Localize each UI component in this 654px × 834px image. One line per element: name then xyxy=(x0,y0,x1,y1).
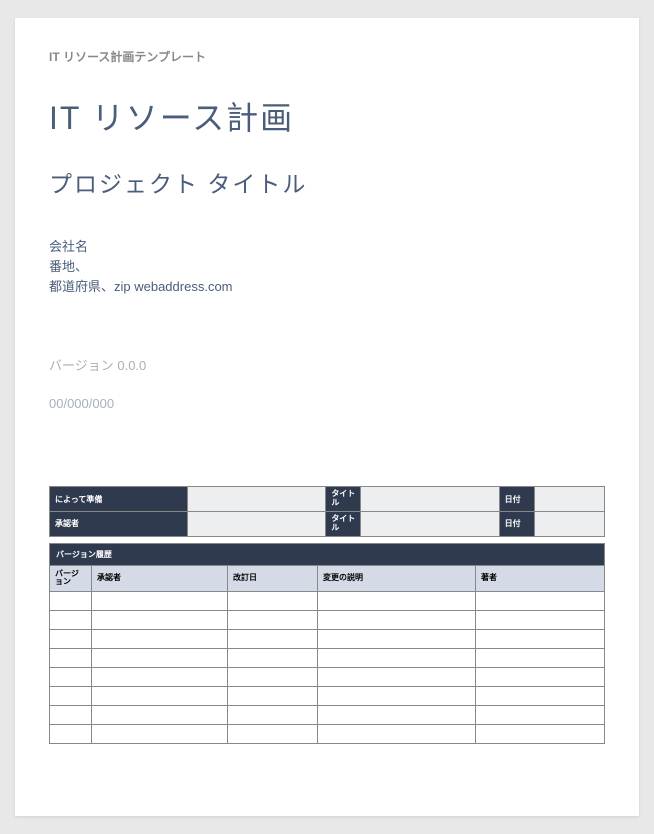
cell-revdate xyxy=(228,592,318,611)
main-title: IT リソース計画 xyxy=(49,93,605,139)
company-region: 都道府県、zip webaddress.com xyxy=(49,277,605,297)
cell-change xyxy=(318,706,476,725)
title-label: タイトル xyxy=(326,487,361,512)
cell-version xyxy=(50,706,92,725)
cell-version xyxy=(50,649,92,668)
cell-revdate xyxy=(228,611,318,630)
table-row xyxy=(50,706,605,725)
approval-table: によって準備 タイトル 日付 承認者 タイトル 日付 xyxy=(49,486,605,536)
cell-approver xyxy=(92,611,228,630)
cell-author xyxy=(476,668,605,687)
date-label: 日付 xyxy=(499,487,534,512)
prepared-date xyxy=(534,487,604,512)
cell-author xyxy=(476,611,605,630)
approver-date xyxy=(534,512,604,537)
cell-version xyxy=(50,687,92,706)
cell-approver xyxy=(92,706,228,725)
cell-version xyxy=(50,630,92,649)
cell-author xyxy=(476,725,605,744)
title-label-2: タイトル xyxy=(326,512,361,537)
cell-author xyxy=(476,649,605,668)
table-row xyxy=(50,611,605,630)
table-row: によって準備 タイトル 日付 xyxy=(50,487,605,512)
cell-change xyxy=(318,630,476,649)
cell-version xyxy=(50,725,92,744)
cell-approver xyxy=(92,592,228,611)
company-name: 会社名 xyxy=(49,237,605,257)
cell-revdate xyxy=(228,668,318,687)
col-revdate: 改訂日 xyxy=(228,565,318,592)
table-header-row: バージョン 承認者 改訂日 変更の説明 著者 xyxy=(50,565,605,592)
cell-approver xyxy=(92,649,228,668)
cell-revdate xyxy=(228,649,318,668)
cell-author xyxy=(476,687,605,706)
document-page: IT リソース計画テンプレート IT リソース計画 プロジェクト タイトル 会社… xyxy=(15,18,639,816)
prepared-value xyxy=(188,487,326,512)
cell-approver xyxy=(92,630,228,649)
approver-title xyxy=(361,512,499,537)
col-approver: 承認者 xyxy=(92,565,228,592)
table-row xyxy=(50,592,605,611)
cell-revdate xyxy=(228,725,318,744)
col-author: 著者 xyxy=(476,565,605,592)
table-row xyxy=(50,725,605,744)
history-table: バージョン 承認者 改訂日 変更の説明 著者 xyxy=(49,565,605,745)
cell-change xyxy=(318,592,476,611)
version-text: バージョン 0.0.0 xyxy=(49,355,605,374)
approver-value xyxy=(188,512,326,537)
cell-revdate xyxy=(228,706,318,725)
project-title: プロジェクト タイトル xyxy=(49,165,605,199)
history-header: バージョン履歴 xyxy=(49,543,605,565)
cell-author xyxy=(476,592,605,611)
cell-approver xyxy=(92,725,228,744)
cell-version xyxy=(50,592,92,611)
cell-change xyxy=(318,687,476,706)
cell-change xyxy=(318,611,476,630)
cell-approver xyxy=(92,687,228,706)
cell-revdate xyxy=(228,687,318,706)
cell-version xyxy=(50,611,92,630)
table-row xyxy=(50,630,605,649)
approver-label: 承認者 xyxy=(50,512,188,537)
col-version: バージョン xyxy=(50,565,92,592)
date-text: 00/000/000 xyxy=(49,396,605,411)
company-info: 会社名 番地、 都道府県、zip webaddress.com xyxy=(49,237,605,297)
col-change: 変更の説明 xyxy=(318,565,476,592)
cell-change xyxy=(318,649,476,668)
company-street: 番地、 xyxy=(49,257,605,277)
template-label: IT リソース計画テンプレート xyxy=(49,48,605,65)
cell-version xyxy=(50,668,92,687)
cell-revdate xyxy=(228,630,318,649)
cell-change xyxy=(318,668,476,687)
date-label-2: 日付 xyxy=(499,512,534,537)
table-row: 承認者 タイトル 日付 xyxy=(50,512,605,537)
table-row xyxy=(50,649,605,668)
prepared-title xyxy=(361,487,499,512)
cell-author xyxy=(476,630,605,649)
table-row xyxy=(50,687,605,706)
table-row xyxy=(50,668,605,687)
cell-approver xyxy=(92,668,228,687)
cell-change xyxy=(318,725,476,744)
prepared-label: によって準備 xyxy=(50,487,188,512)
cell-author xyxy=(476,706,605,725)
